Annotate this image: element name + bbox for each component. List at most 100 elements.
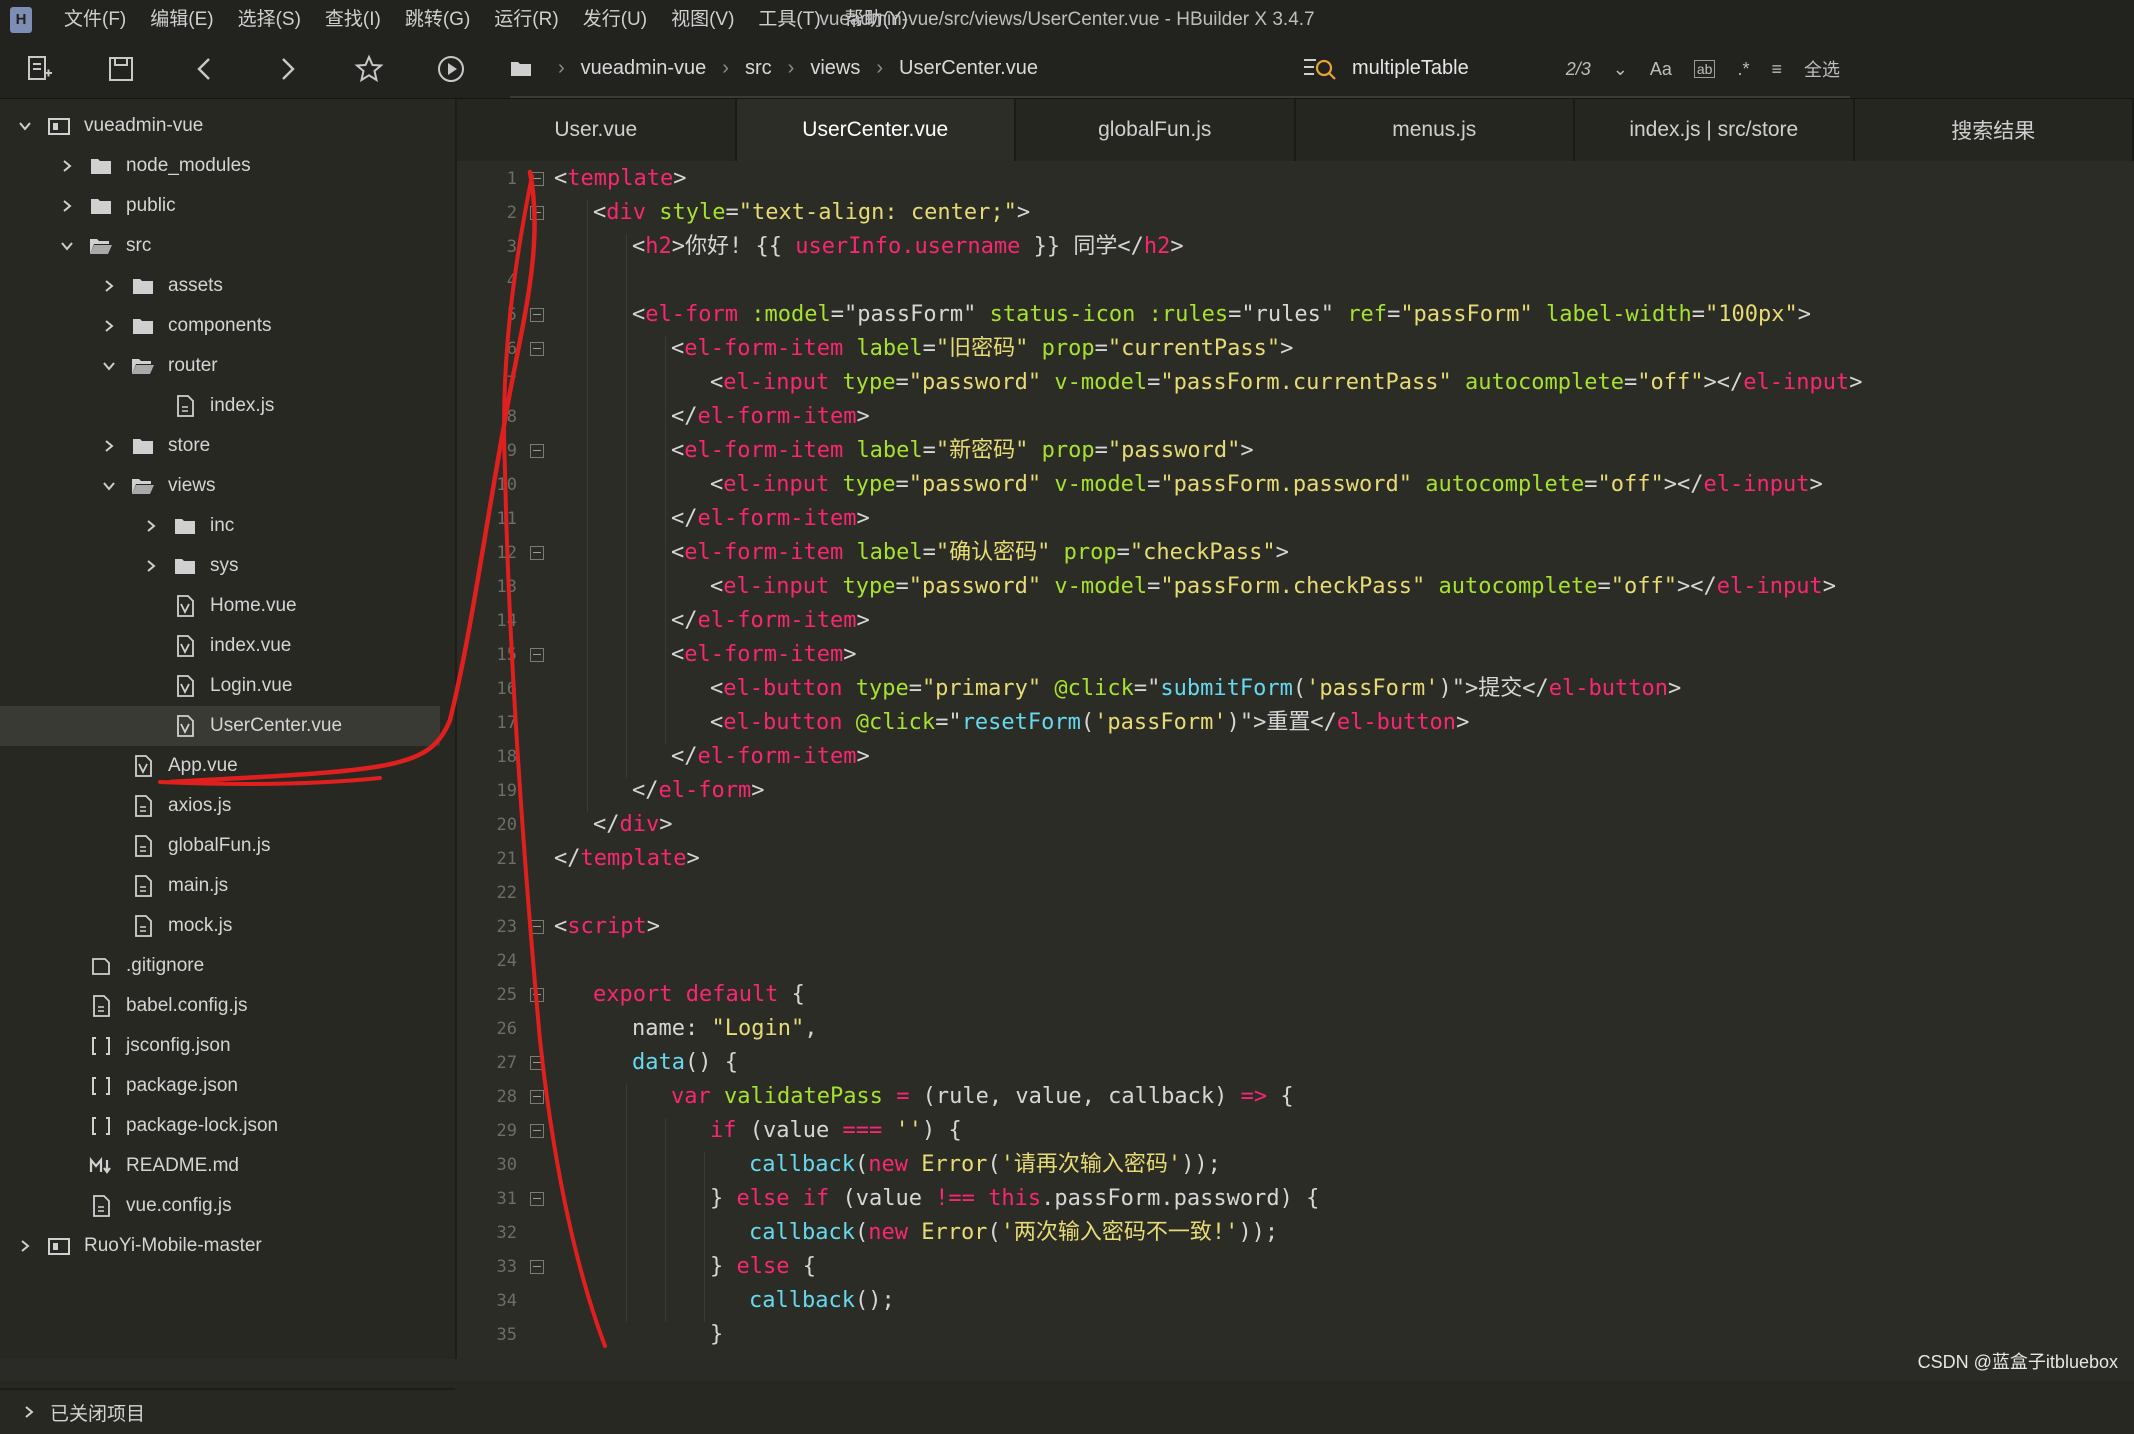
app-logo[interactable]: H: [10, 7, 32, 33]
chevron-down-icon[interactable]: [100, 477, 118, 495]
breadcrumb-item[interactable]: src: [745, 57, 772, 80]
closed-projects-row[interactable]: 已关闭项目: [0, 1388, 455, 1434]
chevron-right-icon[interactable]: [100, 277, 118, 295]
tree-item[interactable]: package.json: [0, 1066, 440, 1106]
tree-item[interactable]: sys: [0, 546, 440, 586]
tree-item[interactable]: jsconfig.json: [0, 1026, 440, 1066]
code-line[interactable]: callback();: [749, 1284, 895, 1318]
tree-item[interactable]: globalFun.js: [0, 826, 440, 866]
code-line[interactable]: <el-form-item label="旧密码" prop="currentP…: [671, 332, 1293, 366]
code-line[interactable]: </el-form-item>: [671, 740, 870, 774]
menu-item[interactable]: 文件(F): [52, 0, 138, 40]
menu-lines-icon[interactable]: ≡: [1771, 59, 1782, 80]
menu-item[interactable]: 查找(I): [313, 0, 393, 40]
code-line[interactable]: <el-input type="password" v-model="passF…: [710, 366, 1862, 400]
code-line[interactable]: <el-form-item label="确认密码" prop="checkPa…: [671, 536, 1289, 570]
tree-item[interactable]: assets: [0, 266, 440, 306]
tab-2[interactable]: UserCenter.vue: [737, 99, 1017, 161]
regex-toggle[interactable]: .*: [1737, 59, 1749, 80]
tree-item[interactable]: views: [0, 466, 440, 506]
code-line[interactable]: var validatePass = (rule, value, callbac…: [671, 1080, 1294, 1114]
code-line[interactable]: <template>: [554, 162, 686, 196]
tree-item[interactable]: index.vue: [0, 626, 440, 666]
menu-item[interactable]: 帮助(Y): [833, 0, 920, 40]
code-line[interactable]: name: "Login",: [632, 1012, 817, 1046]
tree-item[interactable]: UserCenter.vue: [0, 706, 440, 746]
code-line[interactable]: <el-form :model="passForm" status-icon :…: [632, 298, 1811, 332]
fold-toggle-icon[interactable]: [530, 1090, 544, 1104]
tree-item[interactable]: axios.js: [0, 786, 440, 826]
match-case-toggle[interactable]: Aa: [1650, 59, 1672, 80]
chevron-right-icon[interactable]: [100, 437, 118, 455]
fold-toggle-icon[interactable]: [530, 206, 544, 220]
code-line[interactable]: data() {: [632, 1046, 738, 1080]
tree-item[interactable]: babel.config.js: [0, 986, 440, 1026]
breadcrumb-item[interactable]: UserCenter.vue: [899, 57, 1038, 80]
code-line[interactable]: callback(new Error('请再次输入密码'));: [749, 1148, 1221, 1182]
chevron-right-icon[interactable]: [142, 557, 160, 575]
code-line[interactable]: <div style="text-align: center;">: [593, 196, 1030, 230]
fold-toggle-icon[interactable]: [530, 988, 544, 1002]
new-file-icon[interactable]: [22, 52, 56, 86]
code-line[interactable]: <el-form-item>: [671, 638, 856, 672]
fold-toggle-icon[interactable]: [530, 1260, 544, 1274]
chevron-down-icon[interactable]: [100, 357, 118, 375]
fold-toggle-icon[interactable]: [530, 172, 544, 186]
code-line[interactable]: </el-form-item>: [671, 604, 870, 638]
chevron-right-icon[interactable]: [142, 517, 160, 535]
code-line[interactable]: </el-form-item>: [671, 502, 870, 536]
search-input[interactable]: multipleTable: [1352, 57, 1469, 80]
code-line[interactable]: <el-input type="password" v-model="passF…: [710, 570, 1836, 604]
fold-toggle-icon[interactable]: [530, 1192, 544, 1206]
code-line[interactable]: callback(new Error('两次输入密码不一致!'));: [749, 1216, 1278, 1250]
chevron-right-icon[interactable]: [100, 317, 118, 335]
tree-item[interactable]: store: [0, 426, 440, 466]
tab-4[interactable]: menus.js: [1296, 99, 1576, 161]
tab-6[interactable]: 搜索结果: [1855, 99, 2134, 161]
tree-item[interactable]: inc: [0, 506, 440, 546]
tree-item[interactable]: RuoYi-Mobile-master: [0, 1226, 440, 1266]
tab-1[interactable]: User.vue: [457, 99, 737, 161]
tree-item[interactable]: components: [0, 306, 440, 346]
back-icon[interactable]: [188, 52, 222, 86]
tree-item[interactable]: vueadmin-vue: [0, 106, 440, 146]
tree-item[interactable]: Home.vue: [0, 586, 440, 626]
tree-item[interactable]: package-lock.json: [0, 1106, 440, 1146]
tree-item[interactable]: main.js: [0, 866, 440, 906]
tree-item[interactable]: index.js: [0, 386, 440, 426]
select-all-button[interactable]: 全选: [1804, 56, 1840, 82]
tree-item[interactable]: public: [0, 186, 440, 226]
tree-item[interactable]: src: [0, 226, 440, 266]
code-line[interactable]: <el-input type="password" v-model="passF…: [710, 468, 1823, 502]
menu-item[interactable]: 工具(T): [746, 0, 832, 40]
code-line[interactable]: </el-form-item>: [671, 400, 870, 434]
code-line[interactable]: if (value === '') {: [710, 1114, 962, 1148]
chevron-right-icon[interactable]: [16, 1237, 34, 1255]
menu-item[interactable]: 跳转(G): [393, 0, 482, 40]
code-line[interactable]: }: [710, 1318, 723, 1352]
code-line[interactable]: </template>: [554, 842, 700, 876]
tab-5[interactable]: index.js | src/store: [1575, 99, 1855, 161]
tree-item[interactable]: Login.vue: [0, 666, 440, 706]
menu-item[interactable]: 运行(R): [482, 0, 570, 40]
tree-item[interactable]: mock.js: [0, 906, 440, 946]
fold-toggle-icon[interactable]: [530, 648, 544, 662]
breadcrumb-item[interactable]: views: [810, 57, 860, 80]
code-line[interactable]: <h2>你好! {{ userInfo.username }} 同学</h2>: [632, 230, 1184, 264]
code-line[interactable]: <el-button @click="resetForm('passForm')…: [710, 706, 1469, 740]
fold-toggle-icon[interactable]: [530, 308, 544, 322]
menu-item[interactable]: 视图(V): [659, 0, 746, 40]
chevron-down-icon[interactable]: ⌄: [1613, 59, 1628, 80]
chevron-right-icon[interactable]: [58, 197, 76, 215]
menu-item[interactable]: 选择(S): [226, 0, 313, 40]
run-icon[interactable]: [434, 52, 468, 86]
tree-item[interactable]: router: [0, 346, 440, 386]
save-icon[interactable]: [104, 52, 138, 86]
code-line[interactable]: </el-form>: [632, 774, 764, 808]
tab-3[interactable]: globalFun.js: [1016, 99, 1296, 161]
code-line[interactable]: } else if (value !== this.passForm.passw…: [710, 1182, 1319, 1216]
fold-toggle-icon[interactable]: [530, 920, 544, 934]
tree-item[interactable]: README.md: [0, 1146, 440, 1186]
code-line[interactable]: <script>: [554, 910, 660, 944]
chevron-down-icon[interactable]: [16, 117, 34, 135]
